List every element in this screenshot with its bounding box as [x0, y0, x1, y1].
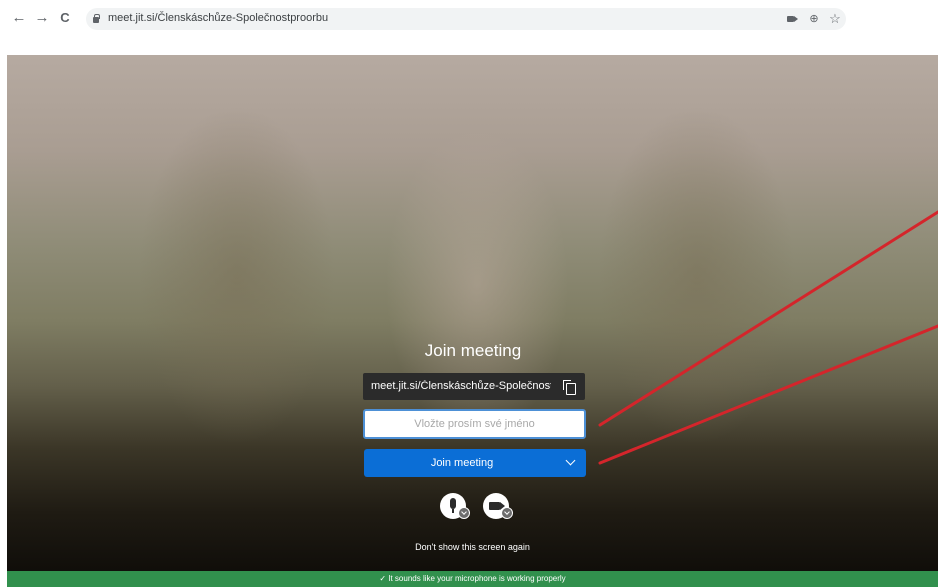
address-bar-url[interactable]: meet.jit.si/Členskáschůze-Společnostproo…	[108, 12, 328, 24]
microphone-toggle-button[interactable]	[440, 493, 470, 519]
video-preview: Join meeting meet.jit.si/Členskáschůze-S…	[7, 55, 938, 587]
camera-icon	[489, 502, 500, 510]
chevron-down-icon[interactable]	[565, 455, 576, 466]
zoom-icon[interactable]: ⊕	[806, 11, 822, 27]
camera-in-use-icon[interactable]	[784, 11, 800, 27]
dont-show-again-link[interactable]: Don't show this screen again	[347, 542, 598, 552]
status-message: ✓ It sounds like your microphone is work…	[379, 574, 566, 583]
lock-icon[interactable]	[93, 14, 100, 23]
meeting-url-text: meet.jit.si/Členskáschůze-Společnost...	[371, 380, 551, 392]
browser-toolbar: ← → C meet.jit.si/Členskáschůze-Společno…	[0, 0, 938, 40]
bookmark-star-icon[interactable]: ☆	[827, 11, 843, 27]
camera-toggle-button[interactable]	[483, 493, 513, 519]
microphone-icon	[450, 498, 456, 509]
audio-options-chevron-icon[interactable]	[458, 507, 470, 519]
join-meeting-label: Join meeting	[430, 457, 494, 469]
reload-icon[interactable]: C	[56, 9, 74, 27]
status-bar: ✓ It sounds like your microphone is work…	[7, 571, 938, 587]
name-input[interactable]	[363, 409, 586, 439]
address-bar[interactable]: meet.jit.si/Členskáschůze-Společnostproo…	[86, 8, 846, 30]
video-options-chevron-icon[interactable]	[501, 507, 513, 519]
copy-icon[interactable]	[563, 380, 576, 395]
prejoin-title: Join meeting	[424, 341, 522, 360]
join-meeting-button[interactable]: Join meeting	[364, 449, 586, 477]
forward-icon[interactable]: →	[33, 9, 51, 27]
back-icon[interactable]: ←	[10, 9, 28, 27]
meeting-url-box: meet.jit.si/Členskáschůze-Společnost...	[363, 373, 585, 400]
